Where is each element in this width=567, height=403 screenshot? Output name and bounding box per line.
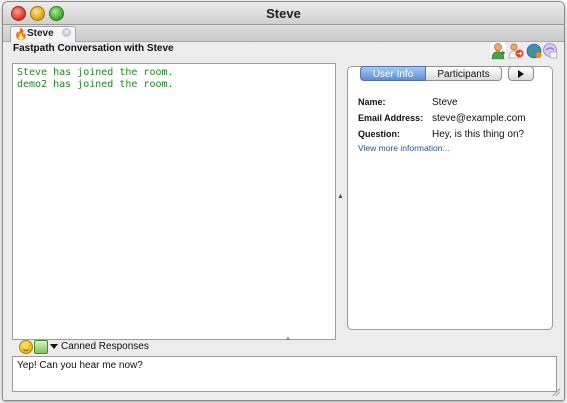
invite-icon[interactable] xyxy=(542,42,558,60)
field-question: Question: Hey, is this thing on? xyxy=(358,129,524,140)
field-value: Hey, is this thing on? xyxy=(432,129,525,140)
user-info-panel: User Info Participants Name: Steve Email … xyxy=(347,66,553,330)
window-title: Steve xyxy=(266,6,301,21)
field-email: Email Address: steve@example.com xyxy=(358,113,526,124)
conversation-content: Fastpath Conversation with Steve Steve h… xyxy=(3,42,564,400)
chat-transcript[interactable]: Steve has joined the room. demo2 has joi… xyxy=(12,63,336,340)
chat-window: Steve 🔥 Steve ✕ Fastpath Conversation wi… xyxy=(2,1,565,401)
tab-participants[interactable]: Participants xyxy=(426,66,502,81)
field-label: Email Address: xyxy=(358,113,424,123)
user-add-icon[interactable] xyxy=(490,42,506,60)
tab-steve[interactable]: 🔥 Steve ✕ xyxy=(10,26,76,42)
message-input[interactable]: Yep! Can you hear me now? xyxy=(12,356,557,392)
tab-user-info[interactable]: User Info xyxy=(360,66,426,81)
tab-label: Steve xyxy=(27,28,54,39)
view-more-information-link[interactable]: View more information... xyxy=(358,143,450,153)
canned-responses-dropdown-icon[interactable] xyxy=(50,344,58,349)
resize-grip-icon[interactable] xyxy=(551,387,560,396)
field-label: Question: xyxy=(358,129,400,139)
splitter-collapse-icon[interactable]: ▲ xyxy=(337,193,344,200)
compose-toolbar: Canned Responses xyxy=(12,340,552,354)
chevron-right-icon xyxy=(518,70,524,79)
globe-icon[interactable] xyxy=(526,42,542,60)
field-label: Name: xyxy=(358,97,386,107)
vertical-splitter[interactable]: ▲ xyxy=(335,63,345,338)
emoticon-icon[interactable] xyxy=(19,340,33,354)
title-bar[interactable]: Steve xyxy=(3,2,564,25)
spellcheck-icon[interactable] xyxy=(34,340,48,354)
tab-bar: 🔥 Steve ✕ xyxy=(3,25,564,42)
field-value: Steve xyxy=(432,97,458,108)
close-tab-icon[interactable]: ✕ xyxy=(62,28,71,37)
field-name: Name: Steve xyxy=(358,97,458,108)
more-tabs-button[interactable] xyxy=(508,66,534,81)
canned-responses-menu[interactable]: Canned Responses xyxy=(61,341,149,352)
chat-message: demo2 has joined the room. xyxy=(17,79,174,90)
flame-icon: 🔥 xyxy=(14,29,28,41)
chat-message: Steve has joined the room. xyxy=(17,67,174,78)
user-transfer-icon[interactable] xyxy=(508,42,524,60)
conversation-title: Fastpath Conversation with Steve xyxy=(13,43,174,54)
field-value: steve@example.com xyxy=(432,113,526,124)
